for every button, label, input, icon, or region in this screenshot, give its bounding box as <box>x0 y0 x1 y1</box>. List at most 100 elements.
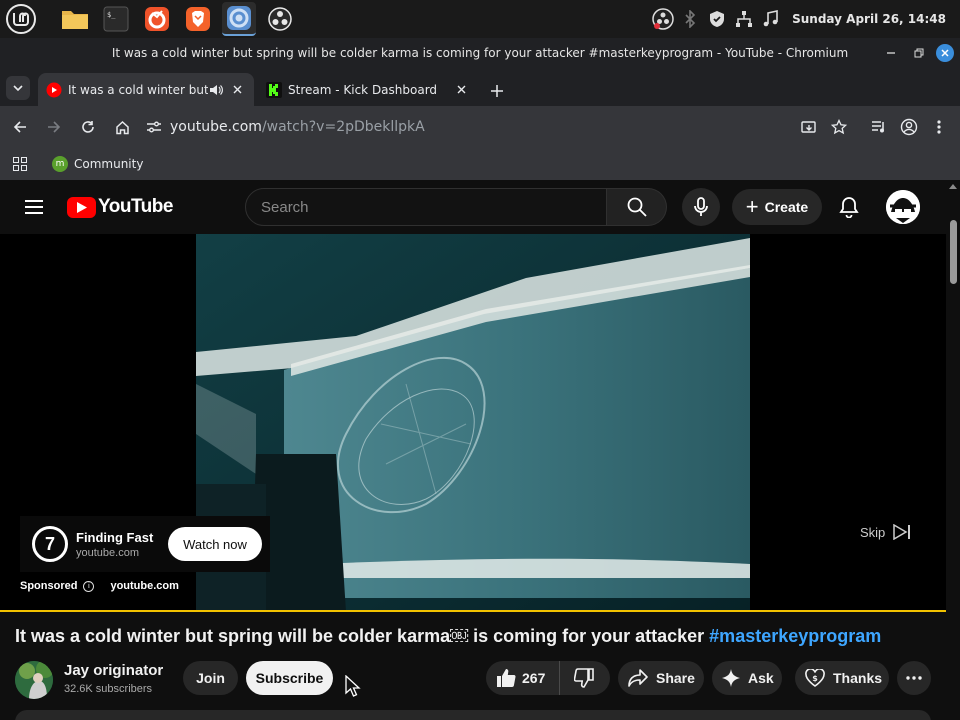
description-box[interactable] <box>15 710 931 720</box>
subscribe-button[interactable]: Subscribe <box>246 661 333 695</box>
os-top-panel: $_ Sunday April 26, 14:48 <box>0 0 960 38</box>
account-avatar[interactable] <box>886 190 920 224</box>
shield-icon[interactable] <box>704 6 730 32</box>
window-title: It was a cold winter but spring will be … <box>111 46 849 60</box>
video-frame[interactable] <box>196 234 750 612</box>
dislike-button[interactable] <box>560 661 608 695</box>
back-button[interactable] <box>5 112 35 142</box>
scroll-thumb[interactable] <box>950 220 957 284</box>
bookmark-community[interactable]: m Community <box>52 156 143 172</box>
ad-progress-bar[interactable] <box>0 610 946 612</box>
browser-menu-button[interactable] <box>924 112 954 142</box>
arrow-left-icon <box>13 121 26 133</box>
more-horizontal-icon <box>906 676 922 680</box>
sparkle-icon <box>722 669 740 687</box>
obs-app-button[interactable] <box>263 2 297 36</box>
thanks-button[interactable]: $ Thanks <box>795 661 889 695</box>
files-app-button[interactable] <box>58 2 92 36</box>
youtube-play-icon <box>67 196 96 218</box>
profile-button[interactable] <box>894 112 924 142</box>
more-actions-button[interactable] <box>897 661 931 695</box>
maximize-button[interactable] <box>908 42 930 64</box>
search-box[interactable] <box>245 188 607 226</box>
ad-progress-fill <box>0 610 946 612</box>
tab-search-button[interactable] <box>6 76 30 100</box>
svg-text:$: $ <box>812 674 818 683</box>
search-button[interactable] <box>607 188 667 226</box>
home-button[interactable] <box>107 112 137 142</box>
youtube-logo[interactable]: YouTube <box>67 196 173 218</box>
thumbs-up-icon <box>497 669 516 687</box>
join-button[interactable]: Join <box>183 661 238 695</box>
tab-kick-dashboard[interactable]: Stream - Kick Dashboard <box>258 73 478 106</box>
notifications-button[interactable] <box>835 192 863 222</box>
sponsored-domain[interactable]: youtube.com <box>110 580 178 592</box>
share-button[interactable]: Share <box>618 661 704 695</box>
mint-menu-button[interactable] <box>4 2 38 36</box>
like-count: 267 <box>522 670 546 686</box>
plus-icon: + <box>745 194 759 219</box>
create-button[interactable]: + Create <box>732 189 822 225</box>
kick-icon <box>266 81 282 98</box>
avatar-hacker-icon <box>886 190 920 224</box>
address-bar[interactable]: youtube.com/watch?v=2pDbekllpkA <box>146 111 846 143</box>
channel-avatar[interactable] <box>15 661 53 699</box>
hashtag-link[interactable]: #masterkeyprogram <box>709 626 881 646</box>
site-settings-icon[interactable] <box>146 120 162 134</box>
channel-avatar-image <box>15 661 53 699</box>
speaker-icon[interactable] <box>208 82 224 98</box>
window-titlebar[interactable]: It was a cold winter but spring will be … <box>0 38 960 68</box>
terminal-icon: $_ <box>103 6 129 32</box>
skip-label: Skip <box>860 524 886 540</box>
firefox-icon <box>145 7 169 31</box>
bookmark-star-button[interactable] <box>824 112 854 142</box>
bookmark-label: Community <box>74 157 144 171</box>
watch-now-button[interactable]: Watch now <box>168 527 262 561</box>
heart-dollar-icon: $ <box>805 669 825 687</box>
guide-menu-button[interactable] <box>22 197 46 217</box>
voice-search-button[interactable] <box>682 188 720 226</box>
music-icon[interactable] <box>758 6 784 32</box>
url-path: /watch?v=2pDbekllpkA <box>261 119 425 135</box>
svg-text:$_: $_ <box>107 11 116 19</box>
reload-button[interactable] <box>73 112 103 142</box>
search-input[interactable] <box>261 198 581 216</box>
ask-button[interactable]: Ask <box>712 661 782 695</box>
new-tab-button[interactable] <box>486 80 508 102</box>
install-app-button[interactable] <box>794 112 824 142</box>
thanks-label: Thanks <box>833 670 883 686</box>
restore-icon <box>914 48 924 58</box>
scroll-up-arrow[interactable] <box>949 184 957 189</box>
close-tab-button[interactable] <box>228 81 246 99</box>
channel-name[interactable]: Jay originator <box>64 662 163 679</box>
firefox-app-button[interactable] <box>140 2 174 36</box>
forward-button[interactable] <box>39 112 69 142</box>
terminal-app-button[interactable]: $_ <box>99 2 133 36</box>
apps-button[interactable] <box>10 154 30 174</box>
video-title: It was a cold winter but spring will be … <box>15 626 945 647</box>
tab-label: It was a cold winter but spring will be … <box>68 82 208 97</box>
account-circle-icon <box>900 118 918 136</box>
install-icon <box>801 120 816 133</box>
clock[interactable]: Sunday April 26, 14:48 <box>792 12 946 26</box>
obs-tray-icon[interactable] <box>650 6 676 32</box>
bluetooth-icon[interactable] <box>677 6 703 32</box>
like-button[interactable]: 267 <box>486 661 560 695</box>
page-scrollbar[interactable] <box>946 180 960 720</box>
chromium-app-button[interactable] <box>222 2 256 36</box>
skip-ad-button[interactable]: Skip <box>860 524 911 540</box>
close-tab-button[interactable] <box>452 81 470 99</box>
plus-icon <box>491 85 503 97</box>
youtube-header: YouTube + Create <box>0 180 946 234</box>
tab-youtube[interactable]: It was a cold winter but spring will be … <box>38 73 254 106</box>
minimize-button[interactable] <box>880 42 902 64</box>
brave-app-button[interactable] <box>181 2 215 36</box>
close-icon <box>457 85 465 94</box>
advertiser-name[interactable]: Finding Fast <box>76 530 160 545</box>
info-icon[interactable]: i <box>83 580 95 592</box>
ad-overlay-card[interactable]: 7 Finding Fast youtube.com Watch now <box>20 516 270 572</box>
network-icon[interactable] <box>731 6 757 32</box>
close-window-button[interactable] <box>936 44 954 62</box>
media-controls-button[interactable] <box>864 112 894 142</box>
video-player[interactable]: 7 Finding Fast youtube.com Watch now Spo… <box>0 234 946 612</box>
